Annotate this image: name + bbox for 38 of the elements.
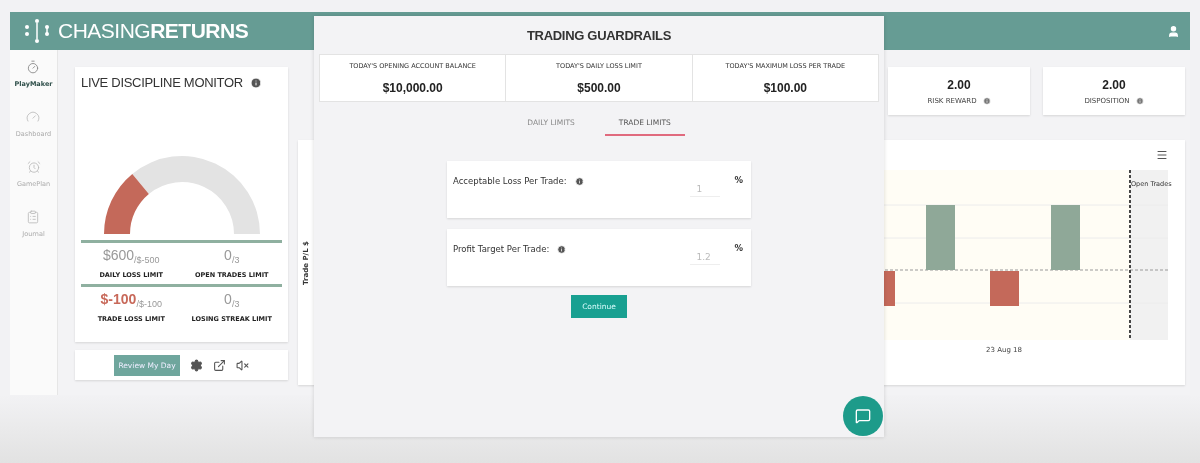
unit-label: % [734,243,743,253]
logo-icon [24,18,50,44]
metric-value: $600$_{/$-500}$ [102,247,160,263]
chat-button[interactable] [843,396,883,436]
summary-value: $10,000.00 [382,80,443,95]
metric-value: 0$_{/3}$ [224,247,240,263]
gauge-icon [26,110,41,124]
mute-icon[interactable] [235,358,249,372]
user-icon[interactable] [1167,24,1180,38]
unit-label: % [734,175,743,185]
metric-value: 0$_{/3}$ [224,291,240,307]
field-label: Acceptable Loss Per Trade: [453,176,567,186]
info-icon[interactable] [557,244,567,254]
stat-value: 2.00 [1102,77,1126,92]
summary-value: $500.00 [577,80,621,95]
info-icon[interactable] [574,176,584,186]
info-icon[interactable] [982,96,991,105]
input-field[interactable]: 1 [690,184,721,197]
profit-bar [1051,205,1080,270]
field-label: Profit Target Per Trade: [453,244,550,254]
info-icon[interactable] [249,76,262,89]
external-link-icon[interactable] [212,358,226,372]
stat-value: 2.00 [947,77,971,92]
chat-icon [855,408,871,424]
card-title: LIVE DISCIPLINE MONITOR [81,75,243,90]
clock-icon [26,160,41,174]
settings-icon[interactable] [189,358,203,372]
menu-icon[interactable] [1156,149,1168,161]
brand-name: CHASINGRETURNS [58,19,249,43]
info-icon[interactable] [1135,96,1144,105]
profit-bar [926,205,955,270]
stopwatch-icon [26,60,41,74]
clipboard-icon [26,210,41,224]
input-field[interactable]: 1.2 [690,252,721,265]
metric-value: $-100$_{/$-100}$ [100,291,162,307]
modal-title: TRADING GUARDRAILS [526,26,672,45]
loss-bar [990,271,1019,306]
summary-value: $100.00 [763,80,807,95]
